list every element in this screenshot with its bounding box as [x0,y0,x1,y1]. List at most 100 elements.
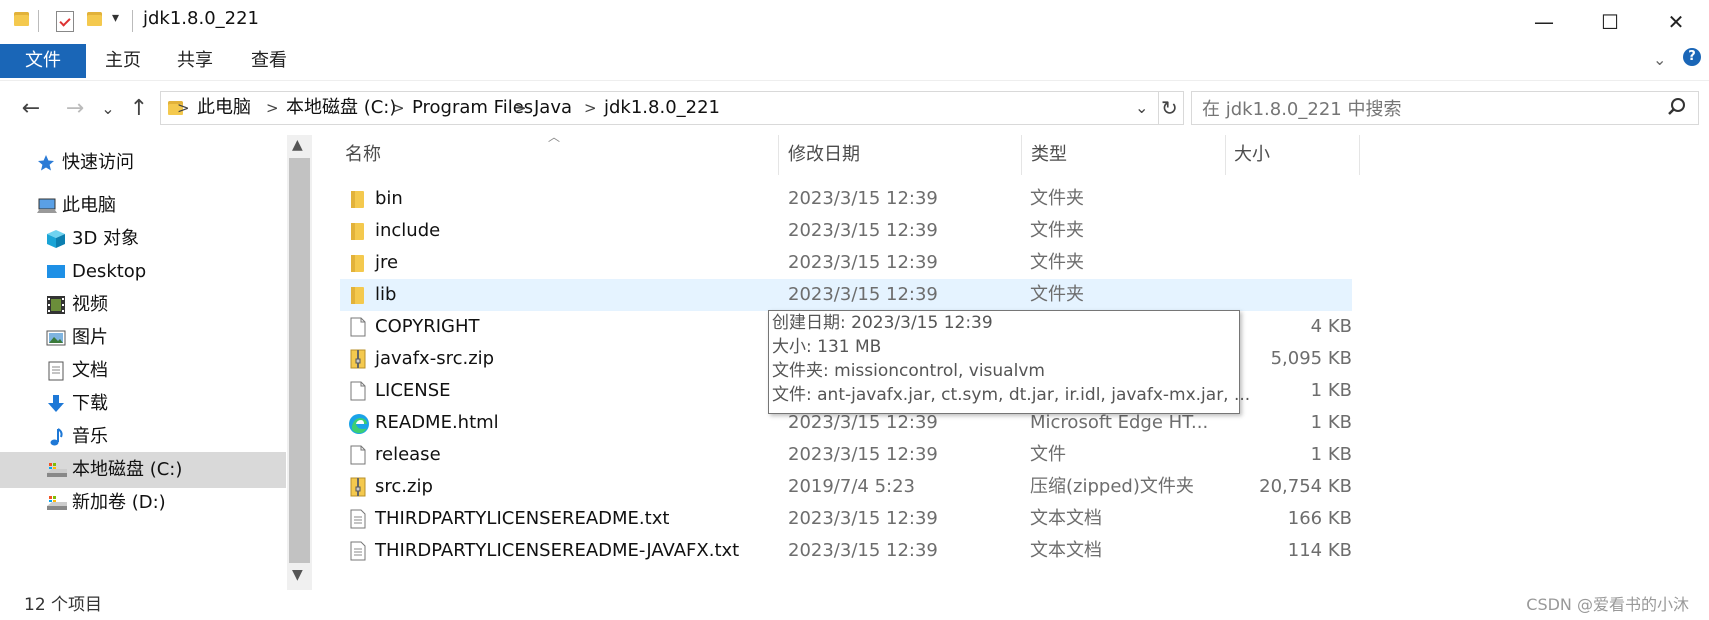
search-box[interactable] [1191,91,1699,125]
recent-locations-button[interactable]: ⌄ [98,88,118,128]
file-row[interactable]: release 2023/3/15 12:39 文件 1 KB [340,439,1352,471]
file-name: lib [375,284,397,305]
ribbon-tab-3[interactable]: 查看 [236,44,302,78]
text-file-icon [348,509,368,529]
folder-icon [348,285,368,305]
file-date: 2023/3/15 12:39 [788,252,938,273]
nav-item-5[interactable]: 图片 [0,320,286,356]
scroll-down-icon[interactable]: ▼ [292,567,303,583]
properties-icon[interactable] [56,11,74,32]
refresh-button[interactable]: ↻ [1161,92,1178,124]
file-row[interactable]: include 2023/3/15 12:39 文件夹 [340,215,1352,247]
file-size: 166 KB [1287,508,1352,529]
file-row[interactable]: src.zip 2019/7/4 5:23 压缩(zipped)文件夹 20,754 … [340,471,1352,503]
column-header-size[interactable]: 大小 [1234,135,1270,175]
scroll-up-icon[interactable]: ▲ [292,137,303,153]
breadcrumb-item[interactable]: 本地磁盘 (C:) [286,92,396,124]
file-type: 文本文档 [1030,540,1102,561]
file-date: 2023/3/15 12:39 [788,220,938,241]
file-row[interactable]: lib 2023/3/15 12:39 文件夹 [340,279,1352,311]
file-type: 文件夹 [1030,284,1084,305]
column-divider[interactable] [1021,135,1022,175]
nav-item-8[interactable]: 音乐 [0,419,286,455]
nav-item-0[interactable]: 快速访问 [0,145,286,181]
help-icon[interactable]: ? [1683,48,1701,66]
file-type: 文件夹 [1030,220,1084,241]
nav-item-9[interactable]: 本地磁盘 (C:) [0,452,286,488]
ribbon-expand-icon[interactable]: ⌄ [1653,50,1666,69]
folder-icon [14,12,29,26]
breadcrumb-separator[interactable]: > [392,92,405,124]
address-bar[interactable]: > 此电脑 > 本地磁盘 (C:) > Program Files > Java > jdk1.8… [160,91,1184,125]
breadcrumb-separator[interactable]: > [514,92,527,124]
nav-item-10[interactable]: 新加卷 (D:) [0,485,286,521]
video-icon [46,295,66,315]
maximize-button[interactable]: ☐ [1577,0,1643,44]
document-icon [46,361,66,381]
nav-item-4[interactable]: 视频 [0,287,286,323]
file-name: jre [375,252,399,273]
address-row: ← → ⌄ ↑ > 此电脑 > 本地磁盘 (C:) > Program Files > Jav… [0,88,1709,128]
nav-item-label: 快速访问 [62,152,134,173]
nav-item-3[interactable]: Desktop [0,254,286,290]
ribbon-tab-0[interactable]: 文件 [0,44,86,78]
tooltip-line: 创建日期: 2023/3/15 12:39 [772,313,993,333]
zip-icon [348,349,368,369]
drive-icon [46,493,67,513]
tooltip-line: 文件夹: missioncontrol, visualvm [772,361,1045,381]
breadcrumb-item[interactable]: Java [534,92,572,124]
zip-icon [348,477,368,497]
file-name: COPYRIGHT [375,316,480,337]
folder-icon [348,253,368,273]
nav-item-1[interactable]: 此电脑 [0,188,286,224]
nav-item-7[interactable]: 下载 [0,386,286,422]
breadcrumb-separator[interactable]: > [266,92,279,124]
nav-item-label: 此电脑 [62,195,116,216]
ribbon-tab-2[interactable]: 共享 [162,44,228,78]
file-date: 2023/3/15 12:39 [788,284,938,305]
nav-item-label: 图片 [72,327,108,348]
address-dropdown-button[interactable]: ⌄ [1135,92,1148,124]
star-icon [36,153,56,173]
file-icon [348,445,368,465]
search-input[interactable] [1200,96,1644,122]
file-date: 2023/3/15 12:39 [788,540,938,561]
column-header-type[interactable]: 类型 [1031,135,1067,175]
column-divider[interactable] [778,135,779,175]
new-folder-icon[interactable] [87,12,102,26]
file-row[interactable]: jre 2023/3/15 12:39 文件夹 [340,247,1352,279]
search-icon[interactable] [1666,96,1688,118]
ribbon-tab-1[interactable]: 主页 [90,44,156,78]
customize-toolbar-icon[interactable]: ▾ [112,10,119,26]
back-button[interactable]: ← [14,88,48,128]
file-size: 1 KB [1310,444,1352,465]
breadcrumb-separator[interactable]: > [177,92,190,124]
nav-item-label: 新加卷 (D:) [72,492,166,513]
file-row[interactable]: bin 2023/3/15 12:39 文件夹 [340,183,1352,215]
file-type: 压缩(zipped)文件夹 [1030,476,1194,497]
edge-icon [348,413,369,434]
picture-icon [46,328,66,348]
column-header-date[interactable]: 修改日期 [788,135,860,175]
folder-info-tooltip: 创建日期: 2023/3/15 12:39 大小: 131 MB 文件夹: miss… [768,310,1250,414]
nav-scrollbar-thumb[interactable] [289,158,310,563]
column-divider[interactable] [1359,135,1360,175]
breadcrumb-item[interactable]: 此电脑 [197,92,251,124]
close-button[interactable]: ✕ [1643,0,1709,44]
column-header-name[interactable]: 名称 [345,135,381,175]
file-name: README.html [375,412,499,433]
column-divider[interactable] [1225,135,1226,175]
file-type: 文件 [1030,444,1066,465]
forward-button[interactable]: → [58,88,92,128]
music-icon [46,427,66,447]
up-button[interactable]: ↑ [124,88,154,128]
minimize-button[interactable]: — [1511,0,1577,44]
file-size: 114 KB [1287,540,1352,561]
nav-item-6[interactable]: 文档 [0,353,286,389]
file-row[interactable]: THIRDPARTYLICENSEREADME-JAVAFX.txt 2023/3… [340,535,1352,567]
file-row[interactable]: THIRDPARTYLICENSEREADME.txt 2023/3/15 12:… [340,503,1352,535]
nav-item-2[interactable]: 3D 对象 [0,221,286,257]
file-date: 2023/3/15 12:39 [788,508,938,529]
breadcrumb-separator[interactable]: > [584,92,597,124]
breadcrumb-item[interactable]: jdk1.8.0_221 [604,92,720,124]
